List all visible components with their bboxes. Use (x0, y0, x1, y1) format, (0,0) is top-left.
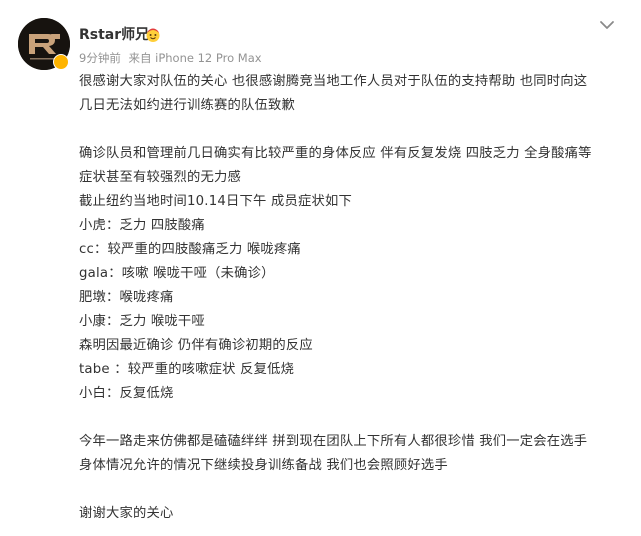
verified-badge-icon (53, 54, 69, 70)
post-line: 小虎：乏力 四肢酸痛 (79, 218, 205, 233)
post-time[interactable]: 9分钟前 (79, 51, 121, 65)
post-line: 肥墩：喉咙疼痛 (79, 290, 174, 305)
post-meta: 9分钟前 来自 iPhone 12 Pro Max (79, 50, 266, 66)
post-line: tabe ：较严重的咳嗽症状 反复低烧 (79, 362, 295, 377)
post-content: 很感谢大家对队伍的关心 也很感谢腾竞当地工作人员对于队伍的支持帮助 也同时向这 … (79, 70, 627, 526)
post-line: 很感谢大家对队伍的关心 也很感谢腾竞当地工作人员对于队伍的支持帮助 也同时向这 (79, 74, 588, 89)
post-source: 来自 iPhone 12 Pro Max (128, 51, 262, 65)
post-line (79, 406, 627, 430)
post-line: 症状甚至有较强烈的无力感 (79, 170, 241, 185)
post-line: 小白：反复低烧 (79, 386, 174, 401)
post-line: 小康：乏力 喉咙干哑 (79, 314, 205, 329)
username[interactable]: Rstar师兄 (79, 25, 149, 45)
post-line: cc：较严重的四肢酸痛乏力 喉咙疼痛 (79, 242, 301, 257)
member-emoji-icon (146, 28, 160, 42)
post-line: 谢谢大家的关心 (79, 506, 174, 521)
chevron-down-icon[interactable] (596, 14, 618, 36)
post-line: 确诊队员和管理前几日确实有比较严重的身体反应 伴有反复发烧 四肢乏力 全身酸痛等 (79, 146, 592, 161)
post-line (79, 118, 627, 142)
post-line: 截止纽约当地时间10.14日下午 成员症状如下 (79, 194, 352, 209)
post-line: 森明因最近确诊 仍伴有确诊初期的反应 (79, 338, 313, 353)
post-line: gala：咳嗽 喉咙干哑（未确诊） (79, 266, 275, 281)
post-line: 今年一路走来仿佛都是磕磕绊绊 拼到现在团队上下所有人都很珍惜 我们一定会在选手 (79, 434, 588, 449)
weibo-post-card: Rstar师兄 9分钟前 来自 iPhone 12 Pro Max 很感谢大家对… (0, 0, 641, 536)
post-line: 身体情况允许的情况下继续投身训练备战 我们也会照顾好选手 (79, 458, 448, 473)
post-line (79, 478, 627, 502)
post-line: 几日无法如约进行训练赛的队伍致歉 (79, 98, 295, 113)
